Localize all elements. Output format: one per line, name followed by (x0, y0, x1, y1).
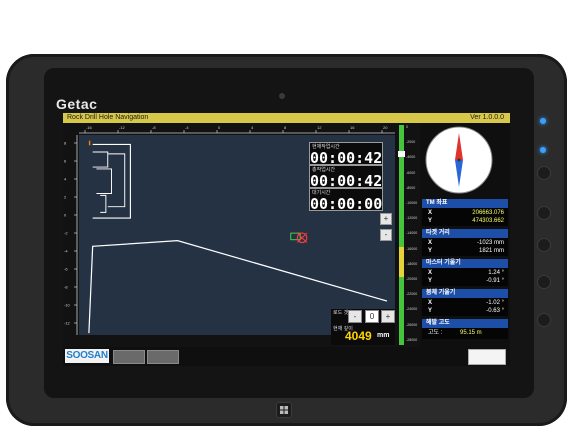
current-depth-value: 4049 (345, 329, 372, 343)
depth-unit: mm (377, 332, 390, 339)
altitude-section: 고도 :95.15 m (422, 328, 508, 339)
soosan-logo: SOOSAN (65, 349, 109, 363)
idle-timer: 대기시간 00:00:00 (309, 188, 383, 213)
depth-scale: 0 -2000 -4000 -6000 -8000 -10000 -12000 -14000 -… (406, 123, 420, 347)
depth-scale-label: -28000 (406, 337, 418, 342)
top-ruler-label: 20 (383, 125, 388, 130)
hardware-button-icon[interactable] (537, 206, 551, 220)
hardware-button-icon[interactable] (537, 238, 551, 252)
left-ruler-label: -8 (64, 285, 68, 290)
mast-tilt-y-value: -0.91 ° (486, 278, 504, 284)
left-ruler-label: 0 (64, 213, 67, 218)
target-x-value: -1023 mm (476, 240, 504, 246)
target-y-value: 1821 mm (478, 248, 504, 254)
depth-scale-label: -20000 (406, 277, 418, 281)
top-ruler-label: -12 (119, 125, 126, 130)
boom-tilt-x-value: -1.02 ° (486, 300, 504, 306)
status-led-icon (540, 147, 546, 153)
left-ruler: 86420-2-4-6-8-10-12-14 (63, 135, 79, 335)
depth-scale-label: -6000 (406, 170, 416, 175)
target-distance-section: X -1023 mm Y 1821 mm (422, 238, 508, 256)
zoom-out-button[interactable]: - (380, 229, 392, 241)
depth-scale-label: -18000 (406, 261, 418, 266)
hardware-button-icon[interactable] (537, 166, 551, 180)
depth-scale-label: -10000 (406, 201, 418, 205)
depth-scale-label: -12000 (406, 216, 418, 221)
left-ruler-label: 2 (64, 195, 67, 200)
mast-tilt-x-value: 1.24 ° (488, 270, 504, 276)
depth-scale-label: 0 (406, 125, 408, 129)
depth-scale-label: -2000 (406, 140, 416, 145)
bottom-tab-2[interactable] (147, 350, 179, 364)
left-ruler-label: 6 (64, 159, 67, 164)
top-ruler-label: 0 (218, 125, 221, 130)
depth-scale-label: -26000 (406, 322, 418, 327)
confirm-button[interactable] (468, 349, 506, 365)
depth-gauge-segment (399, 277, 404, 345)
info-panel: TM 좌표 X 206663.076 Y 474303.662 타겟 거리 X -10… (420, 123, 510, 347)
top-ruler-label: -4 (185, 125, 189, 130)
boom-tilt-y-value: -0.63 ° (486, 308, 504, 314)
bottom-bar: SOOSAN (63, 347, 510, 366)
hardware-button-icon[interactable] (537, 275, 551, 289)
camera-icon (279, 93, 285, 99)
depth-gauge-segment (399, 125, 404, 191)
top-ruler-label: -16 (86, 125, 93, 130)
tm-x-value: 206663.076 (472, 210, 504, 216)
app-screen: Rock Drill Hole Navigation Ver 1.0.0.0 -… (63, 113, 510, 366)
bottom-tab-1[interactable] (113, 350, 145, 364)
depth-scale-label: -22000 (406, 292, 418, 297)
target-distance-header: 타겟 거리 (422, 229, 508, 238)
top-ruler-label: -8 (152, 125, 156, 130)
home-icon[interactable] (276, 402, 292, 418)
mast-tilt-section: X 1.24 ° Y -0.91 ° (422, 268, 508, 286)
depth-gauge-segment (399, 247, 404, 277)
tm-coordinate-header: TM 좌표 (422, 199, 508, 208)
total-work-timer: 총작업시간 00:00:42 (309, 165, 383, 190)
current-work-timer: 현재작업시간 00:00:42 (309, 142, 383, 167)
idle-time: 00:00:00 (310, 195, 383, 213)
hardware-button-icon[interactable] (537, 313, 551, 327)
app-title: Rock Drill Hole Navigation (67, 114, 149, 121)
depth-scale-label: -4000 (406, 155, 416, 160)
top-ruler-label: 12 (317, 125, 322, 130)
depth-gauge: 0 -2000 -4000 -6000 -8000 -10000 -12000 -14000 -… (397, 123, 420, 347)
left-ruler-label: -4 (64, 249, 68, 254)
boom-tilt-header: 붐체 기울기 (422, 289, 508, 298)
left-ruler-label: -12 (64, 321, 71, 326)
depth-scale-label: -14000 (406, 231, 418, 236)
boom-tilt-section: X -1.02 ° Y -0.63 ° (422, 298, 508, 316)
left-ruler-label: -2 (64, 231, 68, 236)
app-version: Ver 1.0.0.0 (470, 114, 504, 121)
origin-marker (88, 140, 91, 146)
rod-count-field[interactable]: 0 (365, 310, 379, 323)
status-led-icon (540, 118, 546, 124)
zoom-in-button[interactable]: + (380, 213, 392, 225)
depth-indicator (398, 151, 405, 157)
left-ruler-label: 8 (64, 141, 67, 146)
mast-tilt-header: 마스터 기울기 (422, 259, 508, 268)
top-ruler-label: 16 (350, 125, 355, 130)
left-ruler-label: -10 (64, 303, 71, 308)
top-ruler-label: 4 (251, 125, 254, 130)
tm-coordinate-section: X 206663.076 Y 474303.662 (422, 208, 508, 226)
navigation-panel: -16-12-8-4048121620 86420-2-4-6-8-10-12-… (63, 123, 397, 347)
altitude-header: 해발 고도 (422, 319, 508, 328)
top-ruler-label: 8 (284, 125, 287, 130)
brand-logo: Getac (56, 96, 98, 112)
depth-gauge-segment (399, 191, 404, 247)
depth-scale-label: -8000 (406, 185, 416, 190)
altitude-value: 95.15 m (460, 330, 482, 336)
depth-scale-label: -16000 (406, 246, 418, 251)
rod-decrease-button[interactable]: - (348, 310, 362, 323)
top-ruler: -16 -12 -8 -4 0 4 8 12 16 20 (63, 123, 397, 135)
left-ruler-label: 4 (64, 177, 67, 182)
rod-depth-panel: 로드 갯수 - 0 + 현재 깊이 4049 mm (331, 309, 395, 345)
rod-increase-button[interactable]: + (381, 310, 395, 323)
compass-icon (425, 126, 493, 194)
tm-y-value: 474303.662 (472, 218, 504, 224)
left-ruler-label: -6 (64, 267, 68, 272)
app-titlebar: Rock Drill Hole Navigation Ver 1.0.0.0 (63, 113, 510, 123)
depth-scale-label: -24000 (406, 307, 418, 312)
